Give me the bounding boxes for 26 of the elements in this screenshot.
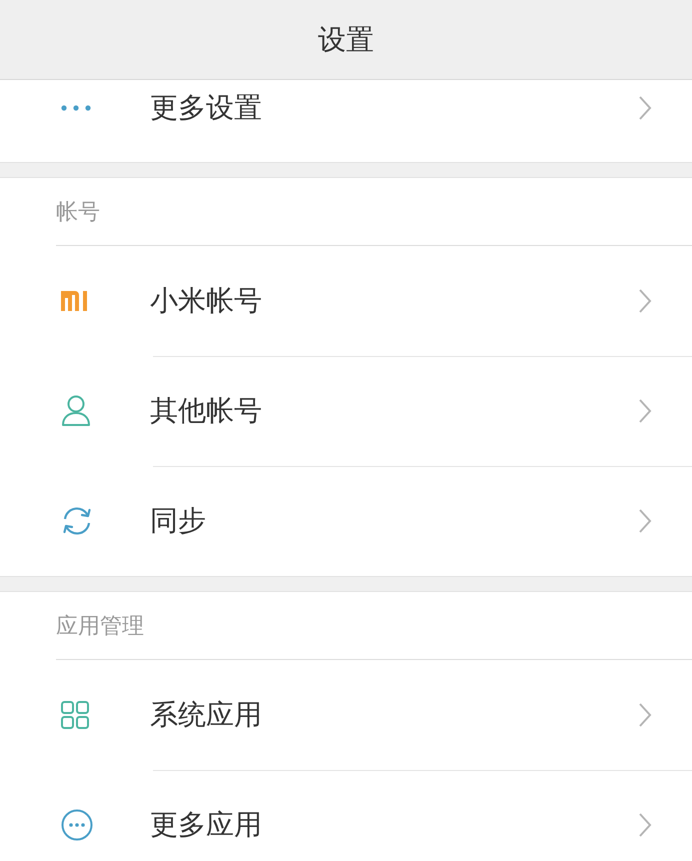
grid-icon	[61, 701, 89, 729]
more-circle-icon	[61, 809, 93, 841]
item-label: 其他帐号	[150, 393, 263, 429]
item-label: 同步	[150, 503, 207, 539]
section-title: 应用管理	[56, 612, 144, 640]
settings-item[interactable]: 小米帐号	[0, 246, 692, 356]
chevron-right-icon	[638, 703, 652, 727]
settings-item[interactable]: 更多应用	[0, 770, 692, 861]
page-title: 设置	[318, 22, 374, 58]
chevron-right-icon	[638, 813, 652, 837]
settings-item[interactable]: 同步	[0, 466, 692, 576]
item-label: 更多应用	[150, 807, 263, 843]
chevron-right-icon	[638, 96, 652, 120]
dots-icon	[61, 105, 91, 111]
sync-icon	[61, 505, 93, 537]
settings-item[interactable]: 系统应用	[0, 660, 692, 770]
settings-item[interactable]: 更多设置	[0, 80, 692, 136]
chevron-right-icon	[638, 509, 652, 533]
chevron-right-icon	[638, 399, 652, 423]
person-icon	[61, 395, 91, 427]
item-label: 系统应用	[150, 697, 263, 733]
item-label: 小米帐号	[150, 283, 263, 319]
section-title: 帐号	[56, 198, 100, 226]
item-label: 更多设置	[150, 90, 263, 126]
chevron-right-icon	[638, 289, 652, 313]
settings-item[interactable]: 其他帐号	[0, 356, 692, 466]
